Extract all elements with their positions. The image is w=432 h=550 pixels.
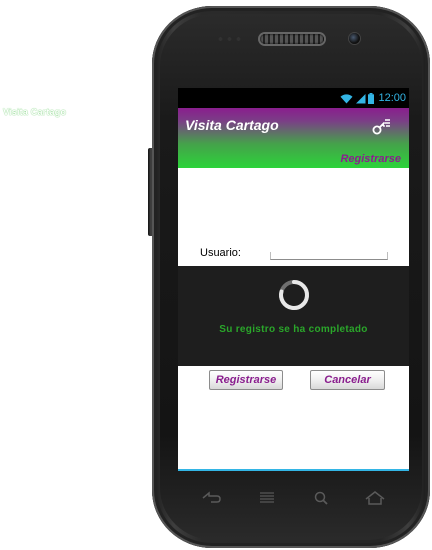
home-icon[interactable] <box>364 490 386 506</box>
status-icons: 12:00 <box>340 92 406 104</box>
success-message: Su registro se ha completado <box>219 324 368 335</box>
key-menu-icon[interactable] <box>371 118 391 136</box>
register-button[interactable]: Registrarse <box>209 370 283 390</box>
user-input[interactable] <box>270 252 388 260</box>
proximity-sensor <box>216 35 242 43</box>
menu-icon[interactable] <box>256 490 278 506</box>
app-header: Visita Cartago Registrarse <box>178 108 409 168</box>
signal-icon <box>356 93 366 103</box>
screen-divider <box>178 469 409 471</box>
status-clock: 12:00 <box>378 92 406 104</box>
phone-speaker <box>260 34 324 44</box>
desktop-app-label: Visita Cartago <box>3 107 67 117</box>
progress-dialog: Su registro se ha completado <box>178 266 409 366</box>
app-title: Visita Cartago <box>185 117 279 133</box>
status-bar: 12:00 <box>178 88 409 108</box>
battery-icon <box>368 92 375 104</box>
front-camera <box>349 33 360 44</box>
back-icon[interactable] <box>200 490 222 506</box>
search-icon[interactable] <box>310 490 332 506</box>
register-link[interactable]: Registrarse <box>340 153 401 165</box>
phone-screen: 12:00 Visita Cartago Registrarse Usuario… <box>178 88 409 471</box>
wifi-icon <box>340 93 353 103</box>
spinner-icon <box>279 280 310 310</box>
user-label: Usuario: <box>200 247 241 259</box>
cancel-button[interactable]: Cancelar <box>310 370 385 390</box>
